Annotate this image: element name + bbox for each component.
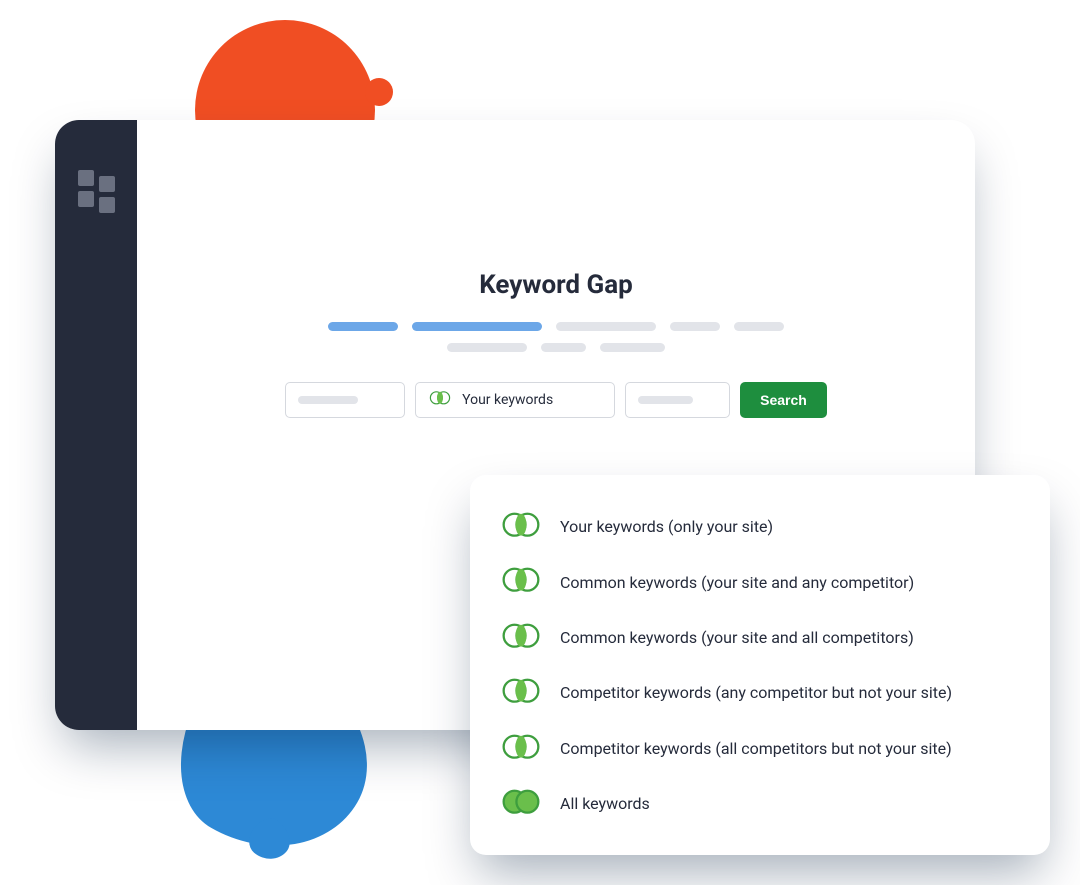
search-button[interactable]: Search bbox=[740, 382, 827, 418]
sidebar bbox=[55, 120, 137, 730]
page-title: Keyword Gap bbox=[479, 270, 633, 300]
dropdown-option-label: Your keywords (only your site) bbox=[560, 517, 773, 536]
domain-input[interactable] bbox=[285, 382, 405, 418]
dropdown-option-label: Competitor keywords (any competitor but … bbox=[560, 683, 952, 702]
venn-center-icon bbox=[500, 511, 542, 542]
apps-grid-icon[interactable] bbox=[78, 170, 115, 730]
keyword-filter-dropdown: Your keywords (only your site) Common ke… bbox=[470, 475, 1050, 855]
dropdown-option-common-any[interactable]: Common keywords (your site and any compe… bbox=[500, 556, 1020, 607]
dropdown-option-competitor-any[interactable]: Competitor keywords (any competitor but … bbox=[500, 667, 1020, 718]
dropdown-option-label: Competitor keywords (all competitors but… bbox=[560, 739, 952, 758]
search-controls: Your keywords Search bbox=[285, 382, 827, 418]
venn-overlap-icon bbox=[500, 566, 542, 597]
dropdown-option-competitor-all[interactable]: Competitor keywords (all competitors but… bbox=[500, 723, 1020, 774]
venn-right-all-icon bbox=[500, 733, 542, 764]
dropdown-option-label: Common keywords (your site and all compe… bbox=[560, 628, 914, 647]
skeleton-steps bbox=[328, 322, 784, 352]
keyword-filter-select[interactable]: Your keywords bbox=[415, 382, 615, 418]
dropdown-option-your-keywords[interactable]: Your keywords (only your site) bbox=[500, 501, 1020, 552]
dropdown-option-label: Common keywords (your site and any compe… bbox=[560, 573, 914, 592]
venn-icon bbox=[428, 390, 452, 410]
venn-all-overlap-icon bbox=[500, 622, 542, 653]
keyword-filter-label: Your keywords bbox=[462, 392, 553, 408]
country-select[interactable] bbox=[625, 382, 730, 418]
dropdown-option-common-all[interactable]: Common keywords (your site and all compe… bbox=[500, 612, 1020, 663]
dropdown-option-all-keywords[interactable]: All keywords bbox=[500, 778, 1020, 829]
venn-full-icon bbox=[500, 788, 542, 819]
dropdown-option-label: All keywords bbox=[560, 794, 650, 813]
decorative-dot-orange bbox=[365, 78, 393, 106]
venn-right-icon bbox=[500, 677, 542, 708]
